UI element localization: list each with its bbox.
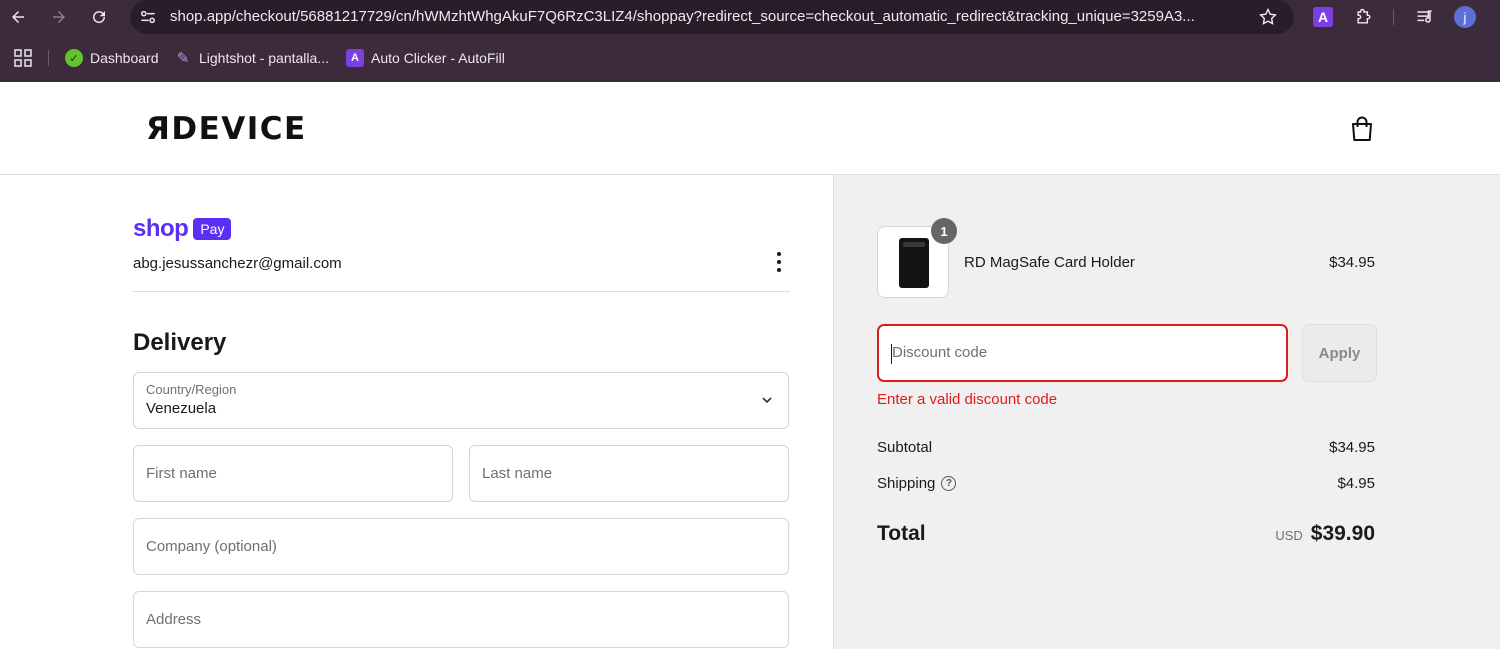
subtotal-value: $34.95 <box>1329 439 1375 456</box>
bookmark-label: Auto Clicker - AutoFill <box>371 50 505 66</box>
kebab-dot <box>777 252 781 256</box>
discount-code-input[interactable]: Discount code <box>877 324 1288 382</box>
site-settings-icon[interactable] <box>138 7 158 27</box>
media-queue-icon[interactable] <box>1414 6 1436 28</box>
quantity-badge: 1 <box>931 218 957 244</box>
currency-code: USD <box>1275 528 1303 543</box>
divider <box>133 291 790 292</box>
bookmark-label: Lightshot - pantalla... <box>199 50 329 66</box>
toolbar-divider <box>1393 9 1394 25</box>
auto-clicker-icon: A <box>346 49 364 67</box>
arrow-right-icon <box>53 11 65 23</box>
apps-grid-icon[interactable] <box>14 49 32 67</box>
account-email: abg.jesussanchezr@gmail.com <box>133 255 342 272</box>
reload-button[interactable] <box>87 5 111 29</box>
back-button[interactable] <box>6 5 30 29</box>
order-summary: 1 RD MagSafe Card Holder $34.95 Discount… <box>833 175 1500 649</box>
product-name: RD MagSafe Card Holder <box>964 254 1135 271</box>
discount-placeholder: Discount code <box>892 344 988 361</box>
bookmark-label: Dashboard <box>90 50 159 66</box>
arrow-left-icon <box>12 11 24 23</box>
apply-discount-button[interactable]: Apply <box>1302 324 1377 382</box>
bookmark-lightshot[interactable]: ✎ Lightshot - pantalla... <box>174 48 329 68</box>
total-value: USD $39.90 <box>1275 522 1375 546</box>
bookmarks-bar: ✓ Dashboard ✎ Lightshot - pantalla... A … <box>0 40 1500 76</box>
checkout-form: shop Pay abg.jesussanchezr@gmail.com Del… <box>0 175 833 649</box>
browser-chrome: shop.app/checkout/56881217729/cn/hWMzhtW… <box>0 0 1500 82</box>
total-amount: $39.90 <box>1310 522 1375 545</box>
shop-pay-logo: shop Pay <box>133 215 232 242</box>
delivery-heading: Delivery <box>133 329 227 356</box>
bookmark-auto-clicker[interactable]: A Auto Clicker - AutoFill <box>346 48 505 68</box>
pay-badge: Pay <box>193 218 232 240</box>
shipping-text: Shipping <box>877 475 936 492</box>
bookmark-star-icon[interactable] <box>1258 7 1278 27</box>
shipping-label: Shipping ? <box>877 475 957 492</box>
help-icon[interactable]: ? <box>941 476 957 491</box>
profile-avatar[interactable]: j <box>1454 6 1476 28</box>
shipping-value: $4.95 <box>1337 475 1375 492</box>
store-header: ЯDEVICE <box>0 82 1500 175</box>
discount-error-message: Enter a valid discount code <box>877 391 1058 408</box>
company-placeholder: Company (optional) <box>146 538 277 555</box>
shopping-bag-icon[interactable] <box>1349 115 1375 143</box>
first-name-placeholder: First name <box>146 465 217 482</box>
country-label: Country/Region <box>146 382 237 397</box>
more-options-button[interactable] <box>768 251 790 273</box>
country-value: Venezuela <box>146 400 217 417</box>
auto-clicker-extension-icon[interactable]: A <box>1312 6 1334 28</box>
subtotal-label: Subtotal <box>877 439 932 456</box>
url-text[interactable]: shop.app/checkout/56881217729/cn/hWMzhtW… <box>170 0 1250 34</box>
bookmarks-divider <box>48 50 49 66</box>
first-name-field[interactable]: First name <box>133 445 453 502</box>
chevron-down-icon <box>762 397 772 404</box>
total-label: Total <box>877 522 926 545</box>
address-field[interactable]: Address <box>133 591 789 648</box>
address-bar[interactable]: shop.app/checkout/56881217729/cn/hWMzhtW… <box>130 0 1294 34</box>
kebab-dot <box>777 260 781 264</box>
reload-icon <box>93 11 106 24</box>
bookmark-dashboard[interactable]: ✓ Dashboard <box>65 48 159 68</box>
shop-wordmark: shop <box>133 215 189 242</box>
card-holder-image <box>899 238 929 288</box>
address-placeholder: Address <box>146 611 202 628</box>
kebab-dot <box>777 268 781 272</box>
feather-icon: ✎ <box>176 50 190 67</box>
last-name-placeholder: Last name <box>482 465 553 482</box>
dashboard-icon: ✓ <box>65 49 83 67</box>
browser-toolbar: shop.app/checkout/56881217729/cn/hWMzhtW… <box>0 0 1500 34</box>
last-name-field[interactable]: Last name <box>469 445 789 502</box>
country-select[interactable]: Country/Region Venezuela <box>133 372 789 429</box>
company-field[interactable]: Company (optional) <box>133 518 789 575</box>
extensions-puzzle-icon[interactable] <box>1353 6 1375 28</box>
product-price: $34.95 <box>1329 254 1375 271</box>
forward-button[interactable] <box>47 5 71 29</box>
subtotal-text: Subtotal <box>877 439 933 456</box>
store-logo[interactable]: ЯDEVICE <box>146 109 307 149</box>
profile-initial: j <box>1454 6 1476 28</box>
